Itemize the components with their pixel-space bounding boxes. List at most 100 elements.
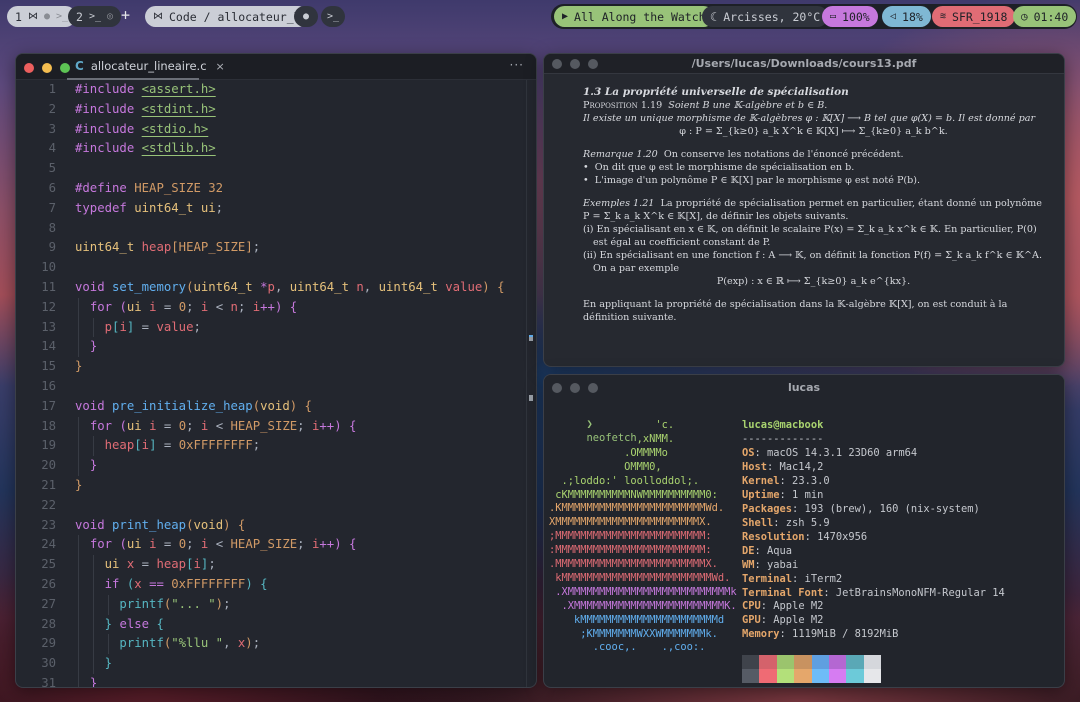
sysinfo-memory: Memory: 1119MiB / 8192MiB: [742, 628, 899, 641]
close-button[interactable]: [552, 383, 562, 393]
code-line[interactable]: 18 for (ui i = 0; i < HEAP_SIZE; i++) {: [16, 417, 536, 437]
code-line[interactable]: 1 #include <assert.h>: [16, 80, 536, 100]
terminal-title: lucas: [787, 381, 821, 394]
code-line[interactable]: 28 } else {: [16, 615, 536, 635]
prompt-line: ❯ neofetch: [549, 403, 637, 444]
line-number: 6: [48, 181, 56, 195]
code-line[interactable]: 9 uint64_t heap[HEAP_SIZE];: [16, 238, 536, 258]
code-line[interactable]: 23 void print_heap(void) {: [16, 516, 536, 536]
sysinfo-kernel: Kernel: 23.3.0: [742, 474, 830, 487]
indent-guide: [107, 594, 109, 615]
sysinfo-terminal-font: Terminal Font: JetBrainsMonoNFM-Regular …: [742, 586, 1005, 599]
code-line[interactable]: 14 }: [16, 337, 536, 357]
ollama-app[interactable]: ●: [294, 6, 318, 27]
line-number: 17: [41, 398, 56, 413]
scrollbar-track[interactable]: [526, 80, 527, 687]
code-line[interactable]: 21}: [16, 476, 536, 496]
ascii-logo-line: .cooc,. .,coo:.: [549, 641, 706, 654]
ollama-icon: ●: [302, 11, 310, 22]
line-number: 12: [41, 299, 56, 314]
example-item: (i) En spécialisant en x ∈ 𝕂, on définit…: [583, 224, 1037, 248]
code-line[interactable]: 27 printf("... ");: [16, 595, 536, 615]
code-text: for (ui i = 0; i < n; i++) {: [89, 299, 298, 314]
wifi-label: SFR_1918: [952, 9, 1008, 24]
sysinfo-gpu: GPU: Apple M2: [742, 614, 824, 627]
code-line[interactable]: 31 }: [16, 674, 536, 687]
close-button[interactable]: [24, 63, 34, 73]
code-text: #define HEAP_SIZE 32: [75, 181, 224, 195]
workspace-1[interactable]: 1 ⋈ ● >_: [7, 6, 77, 27]
code-text: if (x == 0xFFFFFFFF) {: [104, 577, 268, 591]
code-line[interactable]: 17 void pre_initialize_heap(void) {: [16, 397, 536, 417]
minimize-button[interactable]: [570, 59, 580, 69]
color-swatch: [759, 655, 777, 669]
user-host: lucas@macbook: [742, 419, 824, 431]
indent-guide: [92, 436, 94, 457]
code-line[interactable]: 5: [16, 159, 536, 179]
code-line[interactable]: 25 ui x = heap[i];: [16, 555, 536, 575]
now-playing[interactable]: ▶ All Along the Watch: [554, 6, 714, 27]
color-swatch: [742, 669, 760, 683]
pdf-page[interactable]: 1.3 La propriété universelle de spéciali…: [583, 86, 1044, 324]
code-line[interactable]: 16: [16, 377, 536, 397]
code-line[interactable]: 4 #include <stdlib.h>: [16, 139, 536, 159]
maximize-button[interactable]: [588, 383, 598, 393]
battery[interactable]: ▭ 100%: [822, 6, 878, 27]
window-controls: [552, 383, 598, 393]
code-line[interactable]: 20 }: [16, 456, 536, 476]
weather-label: Arcisses, 20°C: [723, 9, 821, 24]
code-area[interactable]: 1 #include <assert.h> 2 #include <stdint.h>…: [16, 80, 536, 687]
minimize-button[interactable]: [570, 383, 580, 393]
ascii-logo-line: OMMM0,: [549, 460, 662, 473]
line-number: 28: [41, 616, 56, 631]
tab-allocateur-lineaire[interactable]: C allocateur_lineaire.c ×: [67, 54, 225, 80]
code-line[interactable]: 30 }: [16, 654, 536, 674]
code-line[interactable]: 7 typedef uint64_t ui;: [16, 199, 536, 219]
clock[interactable]: ◷ 01:40: [1013, 6, 1077, 27]
indent-guide: [78, 297, 79, 358]
minimize-button[interactable]: [42, 63, 52, 73]
proposition-text-2: Il existe un unique morphisme de 𝕂-algèb…: [583, 113, 1036, 124]
workspace-2[interactable]: 2 >_ ◎: [68, 6, 122, 27]
ascii-logo-line: cKMMMMMMMMMMNWMMMMMMMMMM0:: [549, 488, 718, 501]
line-number: 14: [41, 339, 56, 354]
code-line[interactable]: 2 #include <stdint.h>: [16, 100, 536, 120]
scroll-marker: [529, 395, 533, 401]
code-line[interactable]: 29 printf("%llu ", x);: [16, 634, 536, 654]
color-swatch: [794, 669, 812, 683]
code-line[interactable]: 24 for (ui i = 0; i < HEAP_SIZE; i++) {: [16, 535, 536, 555]
terminal-output[interactable]: ❯ neofetch lucas@macbook ------------- '…: [549, 403, 1064, 687]
code-line[interactable]: 11 void set_memory(uint64_t *p, uint64_t …: [16, 278, 536, 298]
focused-app[interactable]: ⋈ Code / allocateur_l: [145, 6, 309, 27]
weather[interactable]: ☾ Arcisses, 20°C: [702, 6, 829, 27]
code-line[interactable]: 10: [16, 258, 536, 278]
maximize-button[interactable]: [588, 59, 598, 69]
color-swatch: [811, 669, 829, 683]
code-text: #include <assert.h>: [75, 82, 216, 96]
close-tab-icon[interactable]: ×: [216, 60, 225, 73]
code-line[interactable]: 26 if (x == 0xFFFFFFFF) {: [16, 575, 536, 595]
line-number: 26: [41, 577, 56, 591]
ascii-logo-line: .;loddo:' loolloddol;.: [549, 474, 700, 487]
code-line[interactable]: 6 #define HEAP_SIZE 32: [16, 179, 536, 199]
code-text: uint64_t heap[HEAP_SIZE];: [75, 240, 261, 255]
terminal-app[interactable]: >_: [321, 6, 345, 27]
code-text: #include <stdlib.h>: [75, 141, 216, 156]
code-line[interactable]: 3 #include <stdio.h>: [16, 120, 536, 140]
code-text: #include <stdint.h>: [75, 101, 216, 116]
vscode-icon: ⋈: [153, 11, 163, 22]
more-actions-button[interactable]: ···: [510, 58, 524, 72]
volume[interactable]: ◁ 18%: [882, 6, 931, 27]
code-line[interactable]: 22: [16, 496, 536, 516]
code-line[interactable]: 12 for (ui i = 0; i < n; i++) {: [16, 298, 536, 318]
code-line[interactable]: 15}: [16, 357, 536, 377]
close-button[interactable]: [552, 59, 562, 69]
wifi[interactable]: ≋ SFR_1918: [932, 6, 1016, 27]
code-line[interactable]: 13 p[i] = value;: [16, 318, 536, 338]
add-workspace-button[interactable]: +: [121, 6, 130, 24]
code-line[interactable]: 19 heap[i] = 0xFFFFFFFF;: [16, 436, 536, 456]
indent-guide: [92, 555, 94, 674]
code-line[interactable]: 8: [16, 219, 536, 239]
terminal-window: lucas ❯ neofetch lucas@macbook ---------…: [543, 374, 1065, 688]
line-number: 3: [48, 121, 56, 136]
